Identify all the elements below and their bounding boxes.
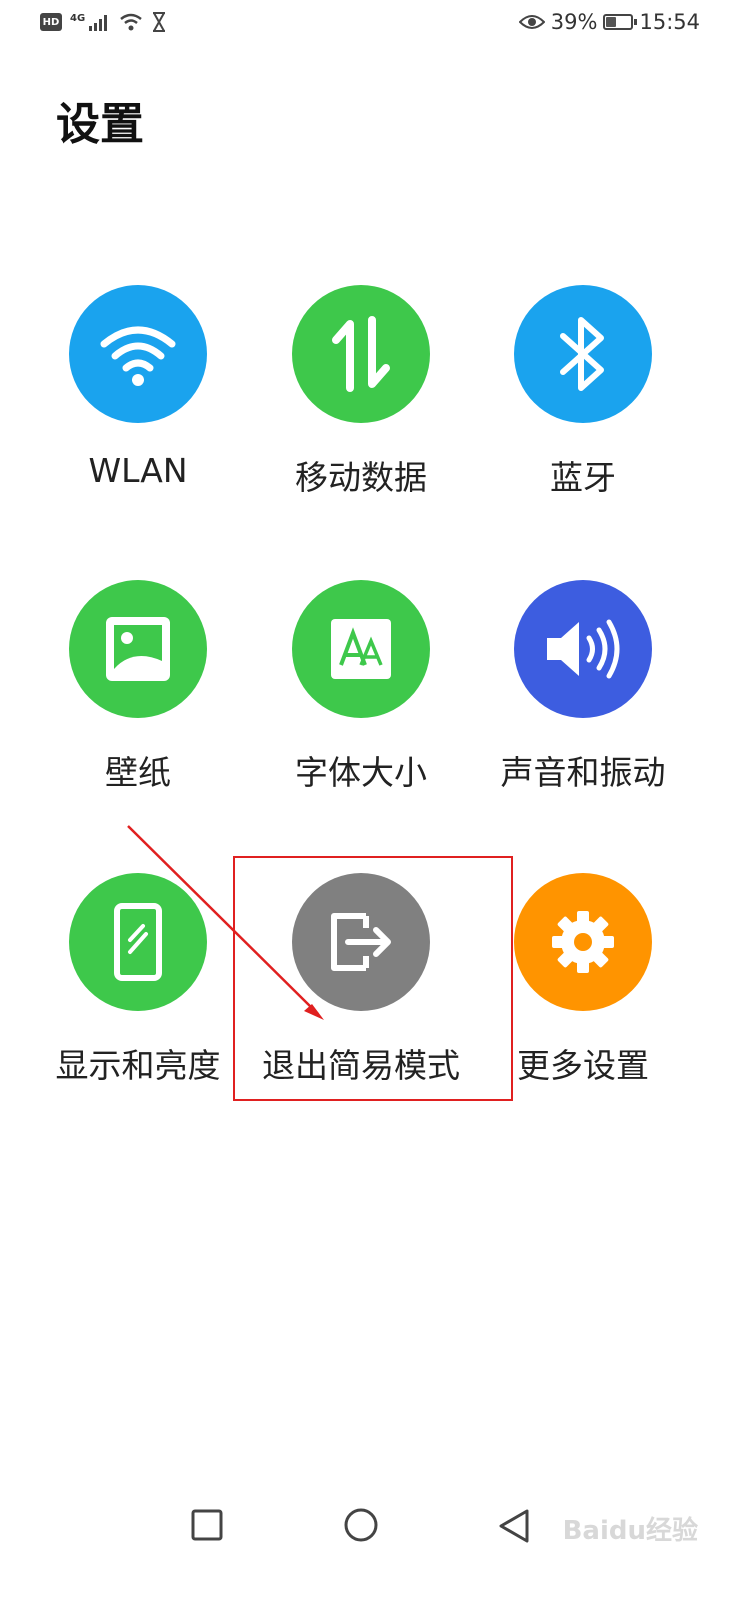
battery-percent: 39% — [550, 10, 598, 34]
annotation-arrow — [127, 825, 324, 1020]
tile-circle — [292, 580, 430, 718]
triangle-icon[interactable] — [497, 1508, 531, 1544]
tile-label: 声音和振动 — [500, 753, 666, 792]
eye-comfort-icon — [518, 15, 545, 29]
tile-display[interactable]: 显示和亮度 — [28, 873, 248, 1087]
tile-font-size[interactable]: 字体大小 — [251, 580, 471, 794]
wallpaper-icon — [106, 617, 170, 681]
network-type: 4G — [70, 12, 86, 24]
tile-wallpaper[interactable]: 壁纸 — [28, 580, 248, 794]
clock: 15:54 — [639, 10, 700, 34]
watermark: Baidu经验 — [562, 1516, 698, 1546]
tile-label: 字体大小 — [295, 753, 427, 792]
display-icon — [114, 903, 162, 981]
font-size-icon — [331, 619, 391, 679]
tile-circle — [514, 873, 652, 1011]
tile-label: 壁纸 — [105, 753, 171, 792]
annotation-highlight-box — [233, 856, 513, 1101]
tile-mobile-data[interactable]: 移动数据 — [251, 285, 471, 499]
tile-circle — [69, 285, 207, 423]
sound-icon — [547, 619, 620, 679]
wifi-icon — [100, 326, 176, 386]
tile-label: 蓝牙 — [550, 458, 616, 497]
hd-icon: HD — [40, 13, 62, 31]
bluetooth-icon — [560, 317, 604, 391]
status-bar: HD 4G 39% 15:54 — [0, 0, 738, 50]
signal-icon — [89, 15, 108, 31]
tile-label: 移动数据 — [295, 458, 427, 497]
battery-fill — [606, 17, 616, 27]
tile-label: WLAN — [88, 451, 188, 490]
tile-circle — [292, 285, 430, 423]
wifi-icon — [120, 13, 142, 31]
square-icon[interactable] — [190, 1508, 224, 1542]
tile-circle — [69, 580, 207, 718]
mobile-data-icon — [332, 316, 390, 392]
gear-icon — [552, 911, 614, 973]
tile-circle — [69, 873, 207, 1011]
tile-circle — [514, 285, 652, 423]
tile-label: 显示和亮度 — [55, 1046, 221, 1085]
tile-wlan[interactable]: WLAN — [28, 285, 248, 490]
page-title: 设置 — [56, 99, 144, 150]
tile-sound[interactable]: 声音和振动 — [473, 580, 693, 794]
tile-bluetooth[interactable]: 蓝牙 — [473, 285, 693, 499]
battery-icon — [603, 14, 638, 30]
circle-icon[interactable] — [343, 1508, 379, 1544]
hourglass-icon — [153, 12, 166, 32]
tile-circle — [514, 580, 652, 718]
